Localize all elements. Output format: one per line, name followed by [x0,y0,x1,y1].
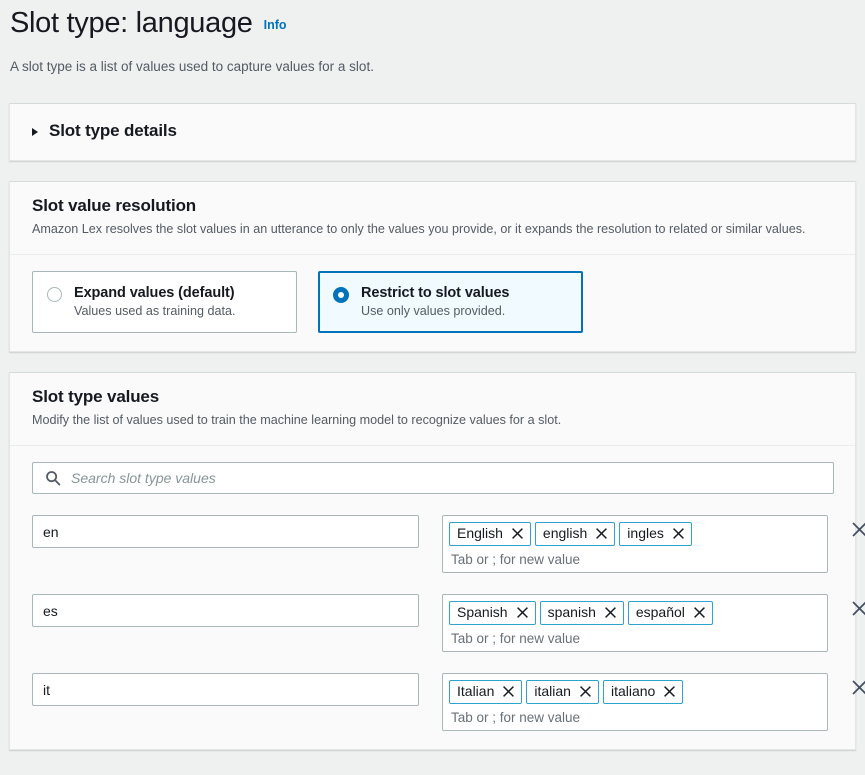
synonyms-tag-input[interactable]: English english ingles Tab or ; for new … [442,515,828,573]
synonyms-tag-input[interactable]: Spanish spanish español Tab or ; for new… [442,594,828,652]
synonym-tag-label: Italian [457,683,495,699]
remove-synonym-icon[interactable] [595,527,608,540]
slot-value-input[interactable] [32,673,419,706]
slot-value-resolution-description: Amazon Lex resolves the slot values in a… [32,222,806,236]
synonym-tag[interactable]: Italian [449,680,523,704]
slot-value-resolution-header: Slot value resolution Amazon Lex resolve… [10,182,855,254]
synonym-tag-label: English [457,525,503,541]
synonym-tag-label: ingles [627,525,664,541]
slot-type-editor-page: Slot type: language Info A slot type is … [0,0,865,775]
synonym-tag-label: spanish [547,604,596,620]
synonym-tag-label: italiano [610,683,656,699]
tag-input-hint: Tab or ; for new value [451,631,581,646]
table-row: English english [32,515,865,573]
synonym-tag[interactable]: ingles [619,522,692,546]
synonym-tag-label: Spanish [457,604,508,620]
remove-synonym-icon[interactable] [604,606,617,619]
slot-value-resolution-body: Expand values (default) Values used as t… [10,255,855,351]
page-header: Slot type: language Info A slot type is … [0,0,865,76]
radio-tile-description: Use only values provided. [361,304,506,318]
slot-type-values-description: Modify the list of values used to train … [32,413,562,427]
table-row: Italian italian [32,673,865,731]
slot-type-values-header: Slot type values Modify the list of valu… [10,373,855,445]
slot-type-details-title: Slot type details [49,121,177,140]
remove-synonym-icon[interactable] [502,685,515,698]
remove-synonym-icon[interactable] [511,527,524,540]
synonym-tag[interactable]: italiano [602,680,684,704]
remove-synonym-icon[interactable] [516,606,529,619]
tag-input-hint: Tab or ; for new value [451,710,581,725]
synonym-tag[interactable]: english [534,522,616,546]
radio-tile-label: Expand values (default) [74,285,235,301]
radio-button-selected-icon [333,287,349,303]
slot-type-values-body: English english [10,446,865,749]
synonym-tag[interactable]: Spanish [449,601,536,625]
synonym-tag-label: italian [534,683,571,699]
slot-type-details-panel: Slot type details [9,103,856,161]
synonyms-tag-input[interactable]: Italian italian italiano Tab or ; for ne… [442,673,828,731]
synonym-tag-list: Italian italian italiano [449,680,821,704]
page-description: A slot type is a list of values used to … [10,59,374,74]
remove-synonym-icon[interactable] [693,606,706,619]
radio-tile-text: Expand values (default) Values used as t… [74,285,236,318]
slot-value-input[interactable] [32,515,419,548]
radio-tile-label: Restrict to slot values [361,285,510,301]
caret-right-icon [32,128,38,136]
delete-row-icon[interactable] [851,521,865,538]
info-link[interactable]: Info [264,18,287,32]
radio-tile-text: Restrict to slot values Use only values … [361,285,509,318]
resolution-radio-group: Expand values (default) Values used as t… [32,271,833,333]
synonym-tag[interactable]: italian [526,680,599,704]
remove-synonym-icon[interactable] [663,685,676,698]
synonym-tag-list: English english ingles [449,522,821,546]
slot-value-input[interactable] [32,594,419,627]
table-row: Spanish spanish [32,594,865,652]
tag-input-hint: Tab or ; for new value [451,552,581,567]
slot-type-values-panel: Slot type values Modify the list of valu… [9,372,865,750]
synonym-tag-label: english [542,525,588,541]
slot-type-details-toggle[interactable]: Slot type details [32,121,177,141]
slot-value-rows: English english [32,515,865,731]
remove-synonym-icon[interactable] [672,527,685,540]
title-row: Slot type: language Info [10,4,855,42]
synonym-tag[interactable]: español [627,601,713,625]
synonym-tag[interactable]: English [449,522,531,546]
radio-tile-restrict-to-slot-values[interactable]: Restrict to slot values Use only values … [318,271,583,333]
radio-tile-expand-values[interactable]: Expand values (default) Values used as t… [32,271,297,333]
radio-button-unselected-icon [47,287,62,302]
remove-synonym-icon[interactable] [579,685,592,698]
synonym-tag-list: Spanish spanish español [449,601,821,625]
slot-type-values-title: Slot type values [32,387,160,406]
delete-row-icon[interactable] [851,679,865,696]
synonym-tag[interactable]: spanish [539,601,624,625]
search-field [32,462,834,494]
radio-tile-description: Values used as training data. [74,304,236,318]
search-input[interactable] [32,462,834,494]
page-title: Slot type: language [10,7,253,39]
slot-value-resolution-panel: Slot value resolution Amazon Lex resolve… [9,181,856,352]
delete-row-icon[interactable] [851,600,865,617]
synonym-tag-label: español [635,604,685,620]
slot-value-resolution-title: Slot value resolution [32,196,197,215]
